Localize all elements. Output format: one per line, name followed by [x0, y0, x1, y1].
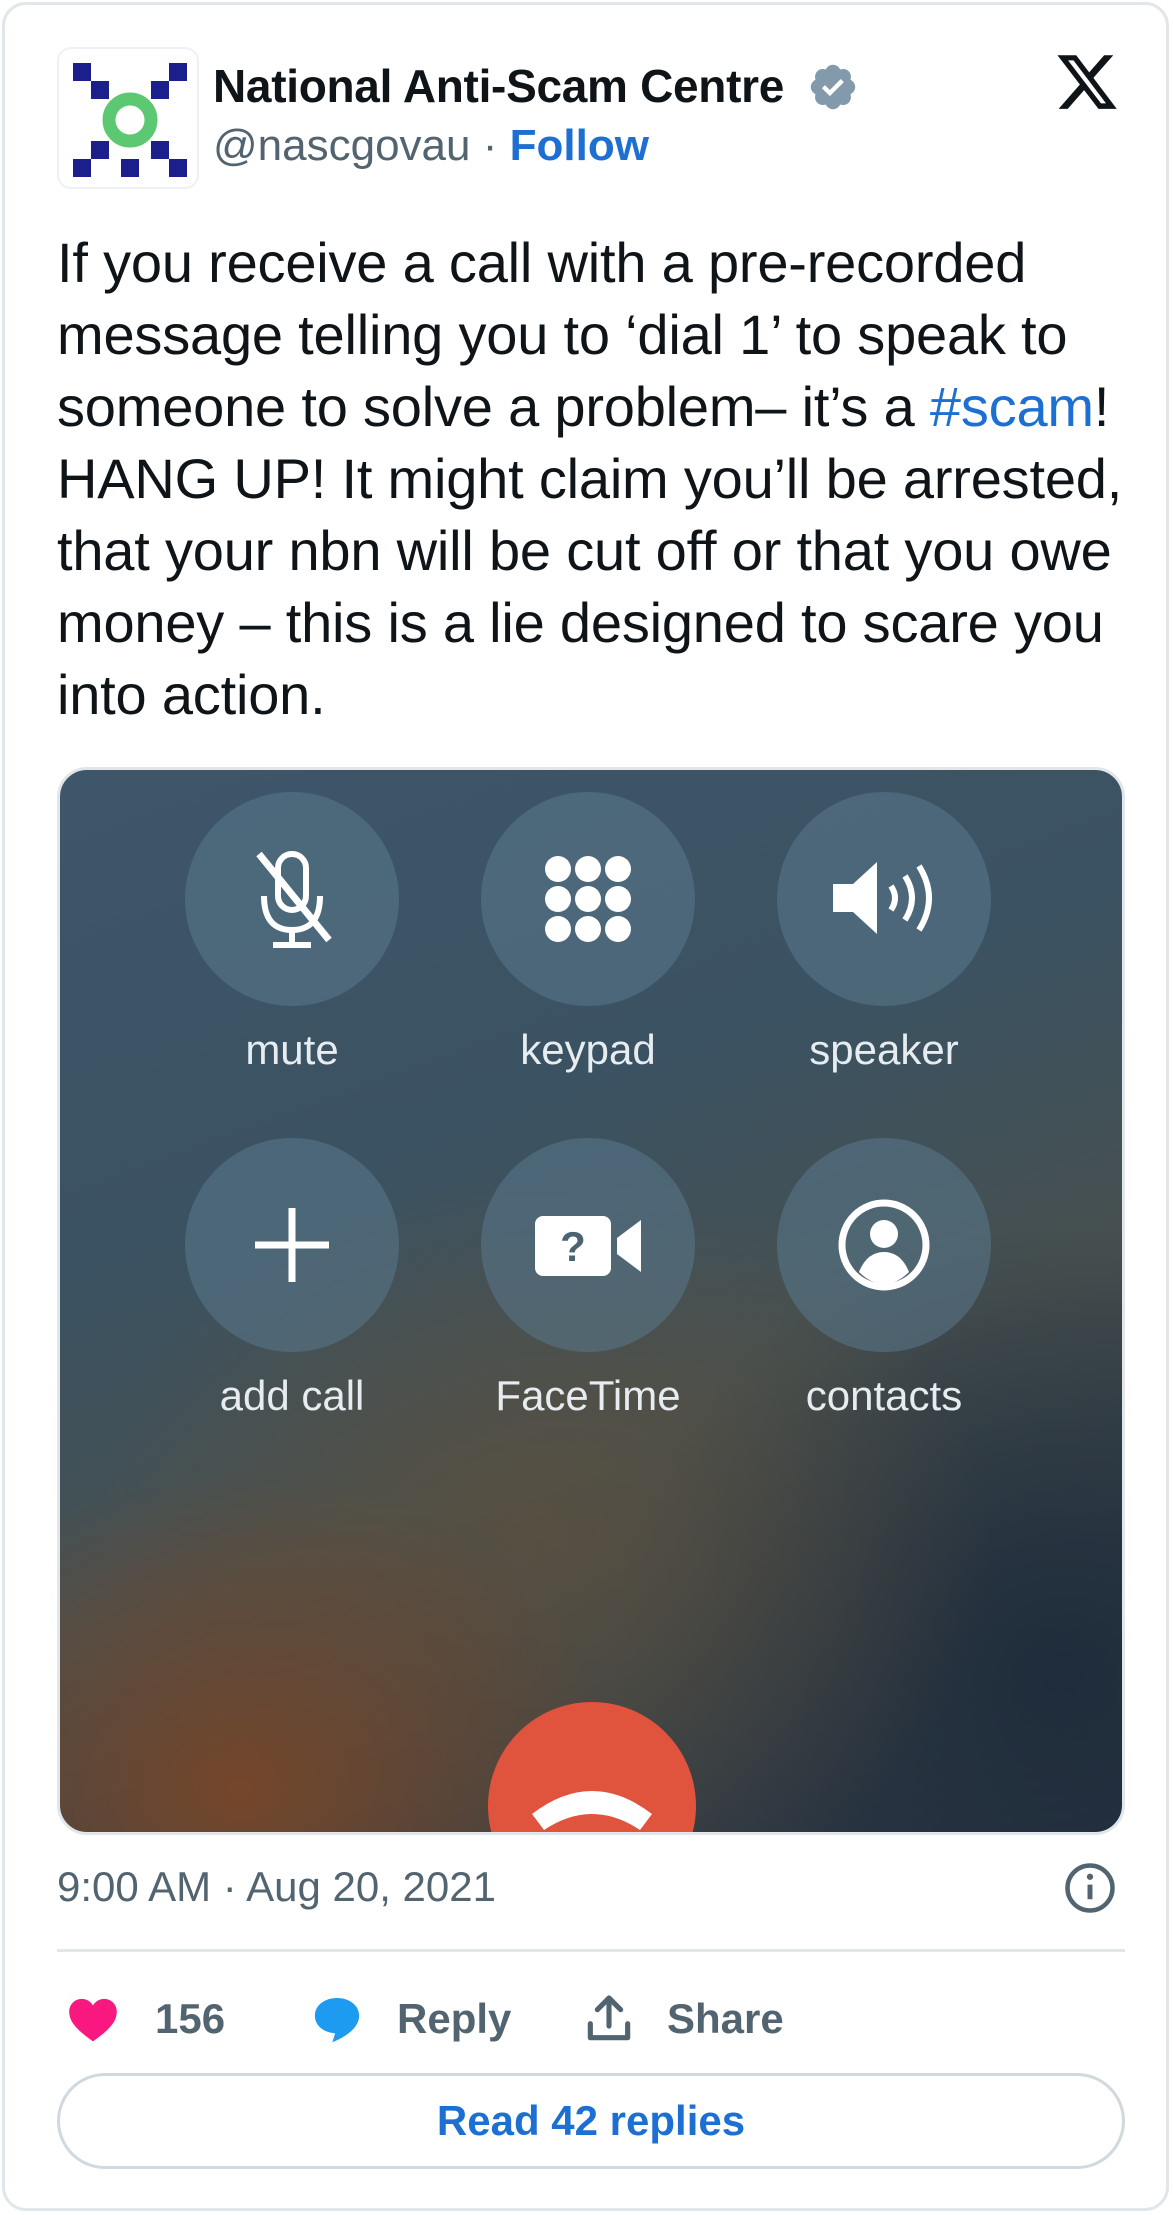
info-icon[interactable] — [1063, 1861, 1117, 1915]
tweet-text: If you receive a call with a pre-recorde… — [57, 227, 1137, 731]
heart-icon — [69, 1998, 117, 2042]
reply-button[interactable]: Reply — [309, 1989, 511, 2049]
divider — [57, 1949, 1125, 1952]
verified-badge-icon — [810, 64, 856, 110]
share-label: Share — [667, 1995, 784, 2042]
read-replies-button[interactable]: Read 42 replies — [57, 2073, 1125, 2169]
author-avatar[interactable] — [57, 47, 199, 189]
mute-button-image — [185, 792, 399, 1006]
keypad-icon — [545, 856, 631, 942]
mic-off-icon — [256, 851, 332, 948]
author-display-name[interactable]: National Anti-Scam Centre — [213, 59, 784, 113]
follow-link[interactable]: Follow — [510, 121, 649, 170]
tweet-card: National Anti-Scam Centre @nascgovau · F… — [2, 2, 1169, 2211]
author-handle-row: @nascgovau · Follow — [213, 121, 649, 171]
share-button[interactable]: Share — [581, 1989, 784, 2049]
call-button-label: speaker — [809, 1026, 959, 1073]
speech-bubble-icon — [314, 1998, 360, 2043]
tweet-timestamp[interactable]: 9:00 AM · Aug 20, 2021 — [57, 1863, 496, 1911]
like-button[interactable]: 156 — [65, 1989, 225, 2049]
plus-icon — [255, 1208, 329, 1282]
share-icon — [587, 1995, 631, 2041]
speaker-button-image — [777, 792, 991, 1006]
author-handle[interactable]: @nascgovau — [213, 121, 471, 170]
facetime-icon: ? — [535, 1216, 641, 1276]
hashtag-link[interactable]: #scam — [930, 375, 1094, 438]
call-button-label: FaceTime — [495, 1372, 681, 1419]
tweet-media-image[interactable]: mute keypad speaker ? add call FaceTime … — [57, 767, 1125, 1835]
phone-hangup-icon — [532, 1791, 652, 1830]
call-button-label: add call — [219, 1372, 365, 1419]
add-call-button-image — [185, 1138, 399, 1352]
call-button-label: keypad — [520, 1026, 656, 1073]
end-call-button-image — [488, 1702, 696, 1832]
keypad-button-image — [481, 792, 695, 1006]
call-button-label: contacts — [805, 1372, 963, 1419]
call-button-label: mute — [245, 1026, 339, 1073]
like-count: 156 — [155, 1995, 226, 2042]
nasc-logo-icon — [73, 63, 187, 177]
speaker-icon — [833, 862, 932, 934]
handle-separator: · — [470, 121, 510, 170]
contact-icon — [838, 1199, 930, 1291]
contacts-button-image — [777, 1138, 991, 1352]
reply-label: Reply — [397, 1995, 512, 2042]
svg-text:?: ? — [560, 1223, 586, 1270]
facetime-button-image: ? — [481, 1138, 695, 1352]
x-logo-icon[interactable] — [1053, 49, 1121, 115]
tweet-text-part1: If you receive a call with a pre-recorde… — [57, 231, 1068, 438]
